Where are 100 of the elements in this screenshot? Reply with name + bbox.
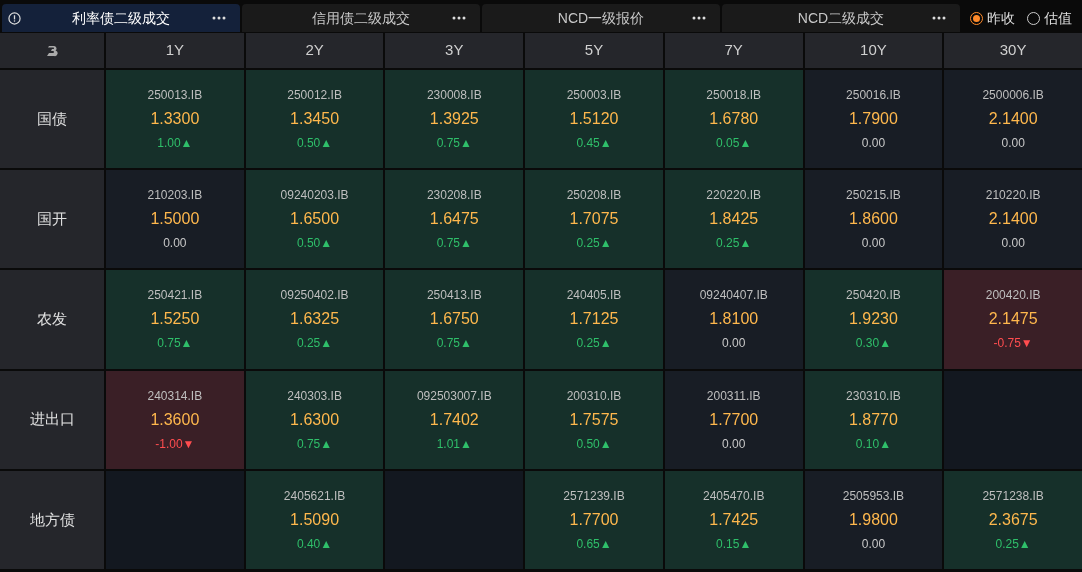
quote-cell[interactable]: 200311.IB 1.7700 0.00 <box>664 370 803 469</box>
bond-code: 230008.IB <box>426 87 482 105</box>
bond-code: 240405.IB <box>566 287 622 305</box>
quote-cell[interactable]: 240303.IB 1.6300 0.75▲ <box>245 370 384 469</box>
bond-code: 2405621.IB <box>283 487 346 505</box>
quote-cell[interactable]: 240314.IB 1.3600 -1.00▼ <box>106 370 244 469</box>
yield-value: 1.8770 <box>848 409 898 430</box>
change-value: 1.01▲ <box>436 435 472 453</box>
yield-value: 2.1475 <box>988 309 1038 330</box>
yield-value: 1.5250 <box>150 309 200 330</box>
quote-cell[interactable]: 230208.IB 1.6475 0.75▲ <box>385 170 524 269</box>
change-value: 0.00 <box>163 235 187 253</box>
column-header: 30Y <box>944 33 1082 68</box>
more-icon[interactable] <box>932 16 946 20</box>
change-value: -0.75▼ <box>993 335 1033 353</box>
change-value: 0.75▲ <box>157 335 193 353</box>
quote-cell[interactable]: 09240407.IB 1.8100 0.00 <box>664 270 803 369</box>
column-header: 3Y <box>385 33 524 68</box>
quote-cell[interactable]: 2405621.IB 1.5090 0.40▲ <box>245 470 384 569</box>
bond-code: 250013.IB <box>147 87 203 105</box>
quote-cell[interactable]: 200420.IB 2.1475 -0.75▼ <box>944 270 1082 369</box>
yield-value: 1.9800 <box>848 509 898 530</box>
quote-cell[interactable]: 200310.IB 1.7575 0.50▲ <box>525 370 663 469</box>
quote-cell[interactable]: 250012.IB 1.3450 0.50▲ <box>245 70 384 169</box>
quote-cell[interactable]: 240405.IB 1.7125 0.25▲ <box>525 270 663 369</box>
change-value: 0.75▲ <box>296 435 333 453</box>
yield-value: 1.6300 <box>290 409 340 430</box>
quote-cell[interactable]: 2571239.IB 1.7700 0.65▲ <box>525 470 663 569</box>
column-header: 5Y <box>525 33 663 68</box>
row-header: 国债 <box>0 70 104 169</box>
quote-cell[interactable]: 230008.IB 1.3925 0.75▲ <box>385 70 524 169</box>
bond-code: 200420.IB <box>985 287 1041 305</box>
row-header: 地方债 <box>0 470 104 569</box>
quote-cell[interactable]: 2405470.IB 1.7425 0.15▲ <box>664 470 803 569</box>
yield-value: 1.7125 <box>569 309 619 330</box>
change-value: 0.00 <box>861 535 886 553</box>
quote-cell[interactable]: 250413.IB 1.6750 0.75▲ <box>385 270 524 369</box>
yield-value: 1.3300 <box>150 109 200 130</box>
change-value: 0.25▲ <box>576 335 612 353</box>
change-value: 0.50▲ <box>296 235 333 253</box>
bond-code: 200310.IB <box>566 387 622 405</box>
bond-code: 250003.IB <box>566 87 622 105</box>
quote-cell[interactable]: 250013.IB 1.3300 1.00▲ <box>106 70 244 169</box>
more-icon[interactable] <box>692 16 706 20</box>
quote-cell[interactable]: 250215.IB 1.8600 0.00 <box>804 170 943 269</box>
change-value: 1.00▲ <box>157 135 193 153</box>
quote-cell[interactable]: 09240203.IB 1.6500 0.50▲ <box>245 170 384 269</box>
change-value: -1.00▼ <box>155 435 195 453</box>
change-value: 0.25▲ <box>576 235 612 253</box>
change-value: 0.00 <box>1001 235 1025 253</box>
more-icon[interactable] <box>452 16 466 20</box>
bond-code: 2505953.IB <box>842 487 905 505</box>
more-icon[interactable] <box>212 16 226 20</box>
bond-code: 092503007.IB <box>416 387 492 405</box>
quote-cell[interactable]: 250016.IB 1.7900 0.00 <box>804 70 943 169</box>
quote-cell[interactable]: 2500006.IB 2.1400 0.00 <box>944 70 1082 169</box>
yield-value: 1.8600 <box>848 209 898 230</box>
yield-value: 1.6325 <box>290 309 340 330</box>
bond-code: 200311.IB <box>706 387 761 405</box>
quote-cell[interactable]: 092503007.IB 1.7402 1.01▲ <box>385 370 524 469</box>
quote-cell[interactable]: 250003.IB 1.5120 0.45▲ <box>525 70 663 169</box>
quote-cell[interactable]: 230310.IB 1.8770 0.10▲ <box>804 370 943 469</box>
row-header: 进出口 <box>0 370 104 469</box>
quote-cell[interactable]: 250018.IB 1.6780 0.05▲ <box>664 70 803 169</box>
yield-value: 1.5120 <box>569 109 619 130</box>
quote-cell[interactable]: 2571238.IB 2.3675 0.25▲ <box>944 470 1082 569</box>
yield-value: 1.8100 <box>709 309 759 330</box>
change-value: 0.15▲ <box>716 535 752 553</box>
bond-code: 250421.IB <box>147 287 203 305</box>
quote-cell[interactable]: 250421.IB 1.5250 0.75▲ <box>106 270 244 369</box>
radio-option[interactable]: 估值 <box>1027 7 1072 29</box>
quote-cell[interactable]: 210203.IB 1.5000 0.00 <box>106 170 244 269</box>
tab[interactable]: NCD一级报价 <box>482 4 720 32</box>
bond-code: 09240203.IB <box>280 187 349 205</box>
info-icon <box>8 11 21 25</box>
quote-cell[interactable]: 250208.IB 1.7075 0.25▲ <box>525 170 663 269</box>
change-value: 0.00 <box>1001 135 1025 153</box>
bond-code: 2571238.IB <box>982 487 1044 505</box>
quote-cell[interactable]: 220220.IB 1.8425 0.25▲ <box>664 170 803 269</box>
quote-cell[interactable]: 250420.IB 1.9230 0.30▲ <box>804 270 943 369</box>
change-value: 0.50▲ <box>296 135 333 153</box>
yield-value: 1.7575 <box>569 409 619 430</box>
bond-code: 250215.IB <box>846 187 901 205</box>
tab[interactable]: 信用债二级成交 <box>242 4 480 32</box>
bond-code: 230208.IB <box>426 187 482 205</box>
radio-option[interactable]: 昨收 <box>970 7 1015 29</box>
tab[interactable]: NCD二级成交 <box>722 4 960 32</box>
yield-value: 1.6750 <box>429 309 479 330</box>
bond-code: 250016.IB <box>846 87 901 105</box>
bond-code: 2571239.IB <box>563 487 625 505</box>
tab[interactable]: 利率债二级成交 <box>2 4 240 32</box>
yield-value: 1.9230 <box>848 309 898 330</box>
bond-code: 250413.IB <box>426 287 482 305</box>
quote-cell[interactable]: 2505953.IB 1.9800 0.00 <box>804 470 943 569</box>
change-value: 0.00 <box>722 435 746 453</box>
quote-cell[interactable]: 210220.IB 2.1400 0.00 <box>944 170 1082 269</box>
yield-value: 2.3675 <box>988 509 1038 530</box>
change-value: 0.25▲ <box>296 335 333 353</box>
quote-cell[interactable]: 09250402.IB 1.6325 0.25▲ <box>245 270 384 369</box>
bond-code: 09250402.IB <box>280 287 349 305</box>
